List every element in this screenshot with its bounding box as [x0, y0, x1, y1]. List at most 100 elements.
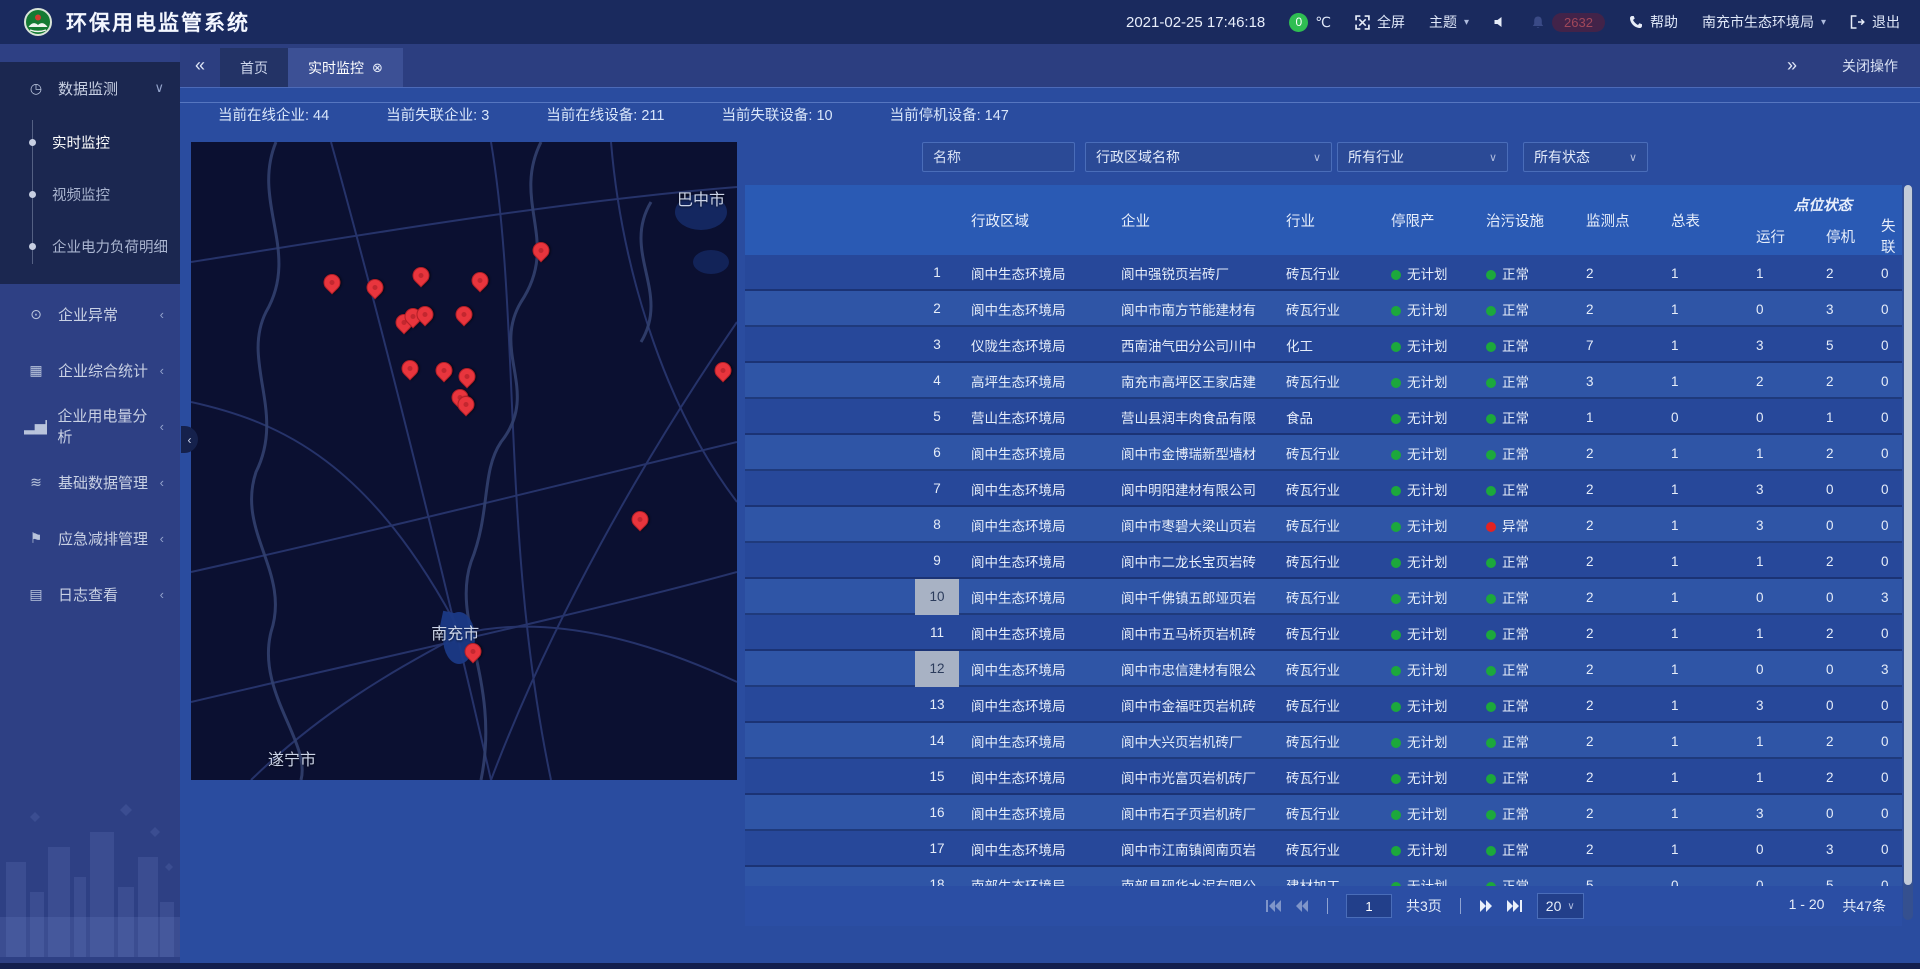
cell-running: 2 — [1744, 374, 1814, 389]
table-row[interactable]: 11 阆中生态环境局 阆中市五马桥页岩机砖 砖瓦行业 无计划 正常 2 1 1 … — [745, 615, 1902, 651]
bell-icon — [1531, 15, 1545, 30]
sidebar-item-emergency-reduction[interactable]: ⚑ 应急减排管理 ‹ — [0, 512, 180, 564]
table-row[interactable]: 10 阆中生态环境局 阆中千佛镇五郎垭页岩 砖瓦行业 无计划 正常 2 1 0 … — [745, 579, 1902, 615]
cell-company: 西南油气田分公司川中 — [1109, 335, 1274, 355]
sidebar-item-base-data-management[interactable]: ≋ 基础数据管理 ‹ — [0, 456, 180, 508]
status-dot-icon — [1486, 594, 1496, 604]
tab-实时监控[interactable]: 实时监控 ⊗ — [288, 48, 403, 87]
cell-meters: 1 — [1659, 590, 1744, 605]
cell-region: 营山生态环境局 — [959, 407, 1109, 427]
cell-points: 2 — [1574, 698, 1659, 713]
name-search-input[interactable] — [922, 142, 1075, 172]
table-row[interactable]: 3 仪陇生态环境局 西南油气田分公司川中 化工 无计划 正常 7 1 3 5 0 — [745, 327, 1902, 363]
tab-close-icon[interactable]: ⊗ — [372, 60, 383, 76]
sidebar-item-enterprise-abnormal[interactable]: ⊙ 企业异常 ‹ — [0, 288, 180, 340]
page-size-select[interactable]: 20 ∨ — [1537, 893, 1584, 919]
pagination-summary: 1 - 20 共47条 — [1789, 896, 1886, 916]
cell-production: 无计划 — [1379, 443, 1474, 463]
cell-points: 2 — [1574, 266, 1659, 281]
chevron-down-icon: ∨ — [1629, 151, 1637, 164]
mute-button[interactable] — [1493, 15, 1507, 29]
table-row[interactable]: 14 阆中生态环境局 阆中大兴页岩机砖厂 砖瓦行业 无计划 正常 2 1 1 2… — [745, 723, 1902, 759]
col-industry: 行业 — [1274, 210, 1379, 231]
logout-button[interactable]: 退出 — [1850, 12, 1900, 32]
row-number: 5 — [915, 399, 959, 435]
cell-company: 南充市高坪区王家店建 — [1109, 371, 1274, 391]
page-number-input[interactable]: 1 — [1346, 894, 1392, 918]
help-button[interactable]: 帮助 — [1629, 12, 1678, 32]
theme-dropdown[interactable]: 主题 ▾ — [1429, 12, 1469, 32]
cell-facility: 正常 — [1474, 803, 1574, 823]
sidebar-subitem[interactable]: 视频监控 — [0, 168, 180, 220]
status-dot-icon — [1486, 774, 1496, 784]
cell-production: 无计划 — [1379, 659, 1474, 679]
table-row[interactable]: 17 阆中生态环境局 阆中市江南镇阆南页岩 砖瓦行业 无计划 正常 2 1 0 … — [745, 831, 1902, 867]
cell-meters: 1 — [1659, 446, 1744, 461]
table-row[interactable]: 1 阆中生态环境局 阆中强锐页岩砖厂 砖瓦行业 无计划 正常 2 1 1 2 0 — [745, 255, 1902, 291]
tab-label: 实时监控 — [308, 58, 364, 78]
sidebar-item-label: 企业用电量分析 — [57, 405, 159, 447]
cell-industry: 砖瓦行业 — [1274, 299, 1379, 319]
tab-首页[interactable]: 首页 — [220, 48, 288, 87]
close-operations-dropdown[interactable]: 关闭操作 — [1842, 56, 1898, 76]
sidebar-item-data-monitoring[interactable]: ◷ 数据监测 ∨ — [0, 62, 180, 114]
table-row[interactable]: 16 阆中生态环境局 阆中市石子页岩机砖厂 砖瓦行业 无计划 正常 2 1 3 … — [745, 795, 1902, 831]
sidebar-item-log-view[interactable]: ▤ 日志查看 ‹ — [0, 568, 180, 620]
cell-industry: 砖瓦行业 — [1274, 479, 1379, 499]
table-row[interactable]: 7 阆中生态环境局 阆中明阳建材有限公司 砖瓦行业 无计划 正常 2 1 3 0… — [745, 471, 1902, 507]
table-row[interactable]: 13 阆中生态环境局 阆中市金福旺页岩机砖 砖瓦行业 无计划 正常 2 1 3 … — [745, 687, 1902, 723]
last-page-button[interactable] — [1507, 900, 1523, 912]
table-row[interactable]: 5 营山生态环境局 营山县润丰肉食品有限 食品 无计划 正常 1 0 0 1 0 — [745, 399, 1902, 435]
region-select[interactable]: 行政区域名称 ∨ — [1085, 142, 1332, 172]
sidebar-item-power-analysis[interactable]: ▂▅▇ 企业用电量分析 ‹ — [0, 400, 180, 452]
table-row[interactable]: 9 阆中生态环境局 阆中市二龙长宝页岩砖 砖瓦行业 无计划 正常 2 1 1 2… — [745, 543, 1902, 579]
table-scrollbar-thumb[interactable] — [1904, 185, 1912, 885]
sidebar-item-enterprise-statistics[interactable]: ▦ 企业综合统计 ‹ — [0, 344, 180, 396]
cell-region: 阆中生态环境局 — [959, 731, 1109, 751]
cell-running: 0 — [1744, 878, 1814, 887]
cell-offline: 0 — [1869, 266, 1902, 281]
status-dot-icon — [1391, 522, 1401, 532]
table-row[interactable]: 6 阆中生态环境局 阆中市金博瑞新型墙材 砖瓦行业 无计划 正常 2 1 1 2… — [745, 435, 1902, 471]
scroll-tabs-right-icon[interactable]: » — [1772, 55, 1812, 76]
cell-offline: 3 — [1869, 590, 1902, 605]
status-dot-icon — [1486, 558, 1496, 568]
cell-region: 阆中生态环境局 — [959, 551, 1109, 571]
sidebar-subitem[interactable]: 企业电力负荷明细 — [0, 220, 180, 272]
row-number: 1 — [915, 255, 959, 291]
sidebar-subitem[interactable]: 实时监控 — [0, 116, 180, 168]
skyline-decoration — [0, 792, 180, 957]
col-company: 企业 — [1109, 210, 1274, 231]
logout-icon — [1850, 15, 1865, 29]
table-row[interactable]: 2 阆中生态环境局 阆中市南方节能建材有 砖瓦行业 无计划 正常 2 1 0 3… — [745, 291, 1902, 327]
previous-page-button[interactable] — [1295, 900, 1309, 912]
table-scrollbar[interactable] — [1903, 185, 1913, 920]
cell-facility: 正常 — [1474, 731, 1574, 751]
row-number: 7 — [915, 471, 959, 507]
sidebar-menu: ◷ 数据监测 ∨ 实时监控 视频监控 企业电力负荷明细 ⊙ 企业异常 ‹ ▦ 企 — [0, 44, 180, 620]
status-select[interactable]: 所有状态 ∨ — [1523, 142, 1648, 172]
cell-region: 阆中生态环境局 — [959, 299, 1109, 319]
cell-region: 阆中生态环境局 — [959, 515, 1109, 535]
sidebar-item-label: 应急减排管理 — [58, 528, 148, 549]
industry-select[interactable]: 所有行业 ∨ — [1337, 142, 1508, 172]
organization-dropdown[interactable]: 南充市生态环境局 ▾ — [1702, 12, 1826, 32]
status-dot-icon — [1391, 810, 1401, 820]
row-number: 17 — [915, 831, 959, 867]
first-page-button[interactable] — [1265, 900, 1281, 912]
table-row[interactable]: 15 阆中生态环境局 阆中市光富页岩机砖厂 砖瓦行业 无计划 正常 2 1 1 … — [745, 759, 1902, 795]
map-canvas[interactable]: 巴中市南充市遂宁市 — [191, 142, 737, 780]
table-row[interactable]: 12 阆中生态环境局 阆中市忠信建材有限公 砖瓦行业 无计划 正常 2 1 0 … — [745, 651, 1902, 687]
row-number: 16 — [915, 795, 959, 831]
next-page-button[interactable] — [1479, 900, 1493, 912]
table-row[interactable]: 4 高坪生态环境局 南充市高坪区王家店建 砖瓦行业 无计划 正常 3 1 2 2… — [745, 363, 1902, 399]
table-row[interactable]: 18 南部生态环境局 南部县砚华水泥有限公 建材加工 无计划 正常 5 0 0 … — [745, 867, 1902, 886]
cell-meters: 1 — [1659, 842, 1744, 857]
cell-company: 阆中市金博瑞新型墙材 — [1109, 443, 1274, 463]
scroll-tabs-left-icon[interactable]: « — [180, 44, 220, 87]
power-analysis-icon: ▂▅▇ — [24, 418, 47, 435]
table-row[interactable]: 8 阆中生态环境局 阆中市枣碧大梁山页岩 砖瓦行业 无计划 异常 2 1 3 0… — [745, 507, 1902, 543]
cell-region: 阆中生态环境局 — [959, 623, 1109, 643]
notifications[interactable]: 2632 — [1531, 13, 1605, 32]
fullscreen-button[interactable]: 全屏 — [1355, 12, 1405, 32]
